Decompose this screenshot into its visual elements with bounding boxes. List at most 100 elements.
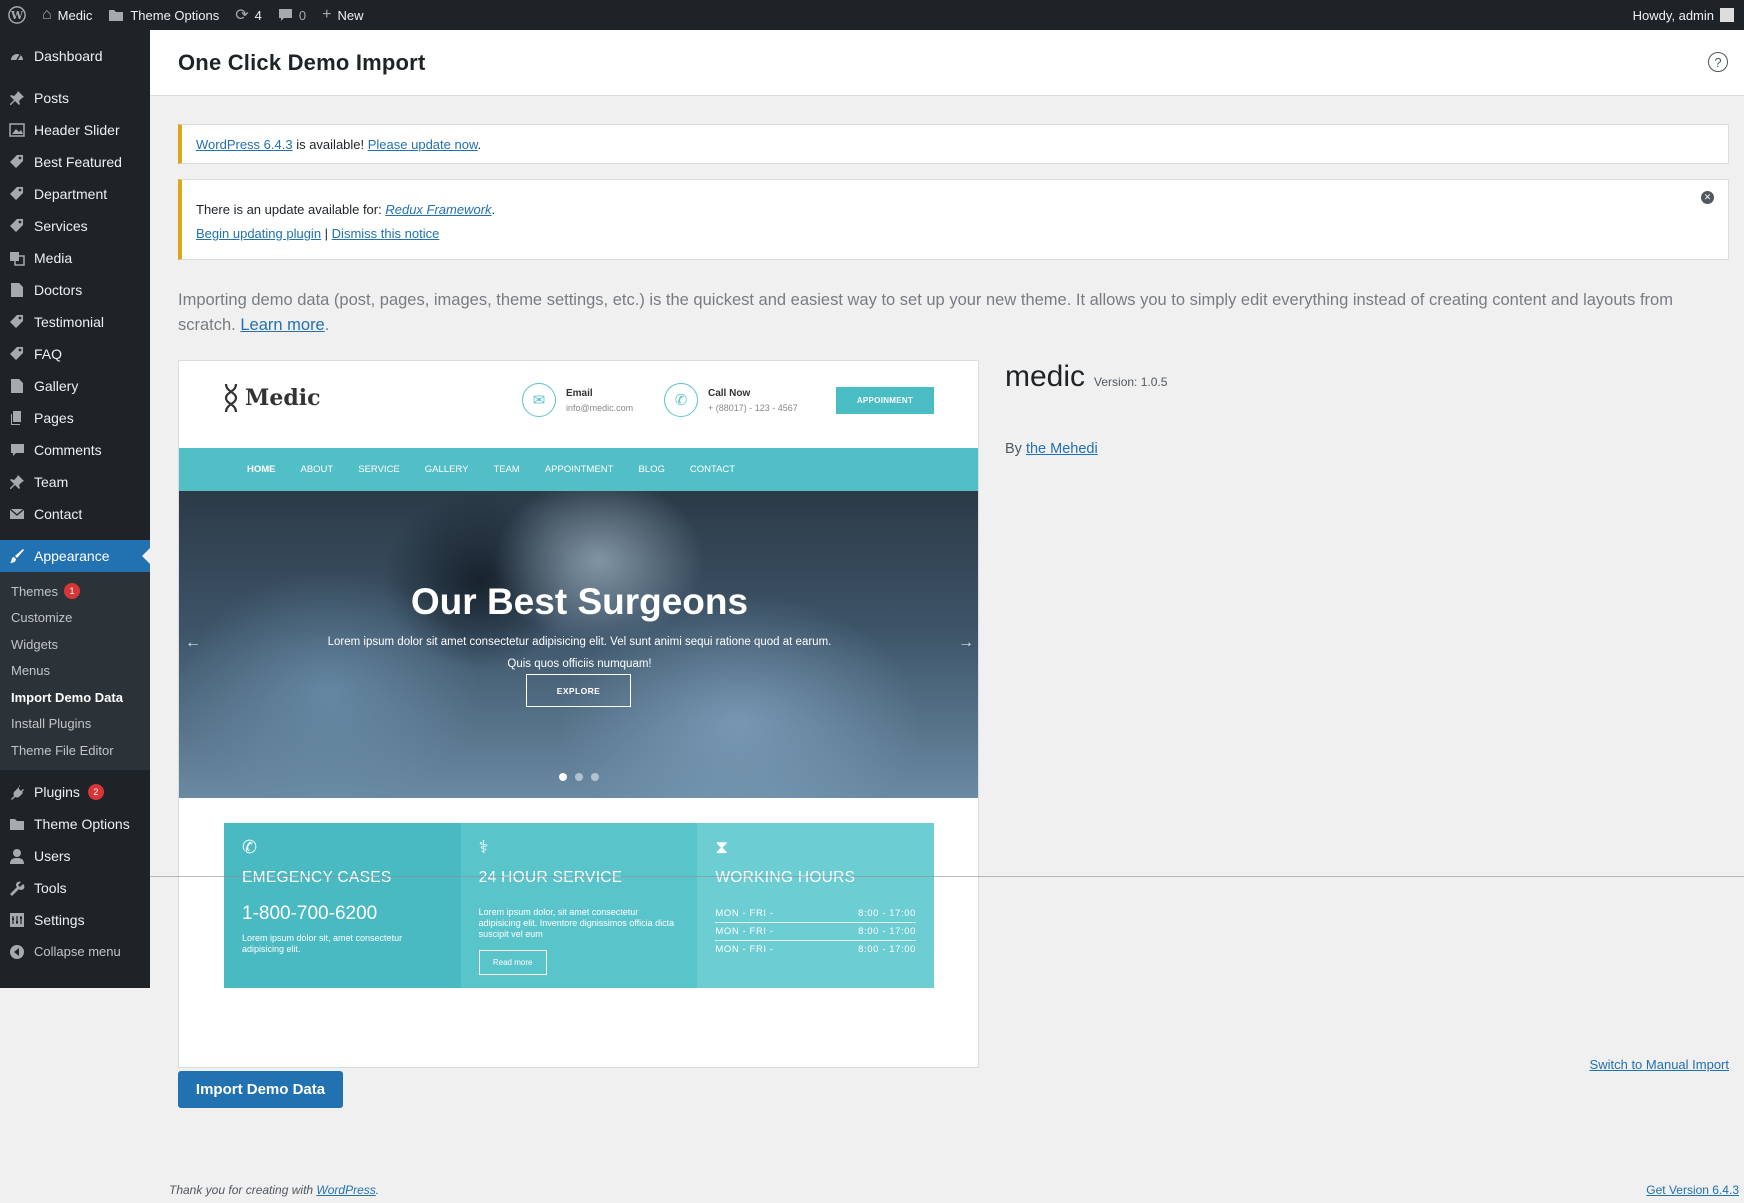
service-box: ⚕ 24 HOUR SERVICE Lorem ipsum dolor, sit… xyxy=(460,823,698,988)
wordpress-link[interactable]: WordPress xyxy=(316,1183,375,1197)
footer-thanks: Thank you for creating with WordPress. xyxy=(169,1183,379,1197)
submenu-import-demo-data[interactable]: Import Demo Data xyxy=(0,684,150,711)
submenu-menus[interactable]: Menus xyxy=(0,658,150,685)
menu-gallery[interactable]: Gallery xyxy=(0,370,150,402)
menu-comments[interactable]: Comments xyxy=(0,434,150,466)
intro-end: . xyxy=(324,316,330,334)
preview-nav-item: BLOG xyxy=(638,464,665,475)
submenu-label: Customize xyxy=(11,610,73,626)
import-demo-data-button[interactable]: Import Demo Data xyxy=(178,1071,343,1108)
menu-label: Plugins xyxy=(34,783,80,800)
submenu-label: Widgets xyxy=(11,636,58,652)
menu-label: Team xyxy=(34,474,69,490)
themes-update-badge: 1 xyxy=(63,583,80,600)
menu-plugins[interactable]: Plugins 2 xyxy=(0,776,150,808)
preview-nav-item: CONTACT xyxy=(689,464,736,475)
theme-options-link[interactable]: Theme Options xyxy=(100,0,227,30)
menu-users[interactable]: Users xyxy=(0,840,150,872)
dna-icon xyxy=(224,383,238,413)
submenu-widgets[interactable]: Widgets xyxy=(0,631,150,658)
submenu-install-plugins[interactable]: Install Plugins xyxy=(0,711,150,738)
svg-text:W: W xyxy=(10,9,24,22)
call-title: Call Now xyxy=(708,387,751,399)
collapse-menu-button[interactable]: Collapse menu xyxy=(0,936,150,968)
wordpress-version-link[interactable]: WordPress 6.4.3 xyxy=(196,137,293,152)
hours-day: MON - FRI - xyxy=(715,908,774,919)
menu-contact[interactable]: Contact xyxy=(0,498,150,530)
get-version-link[interactable]: Get Version 6.4.3 xyxy=(1646,1183,1739,1197)
dismiss-notice-link[interactable]: Dismiss this notice xyxy=(332,226,440,241)
plugin-icon xyxy=(8,783,26,801)
wordpress-logo-button[interactable]: W xyxy=(0,0,34,30)
dismiss-close-icon[interactable]: ✕ xyxy=(1701,191,1714,204)
hours-title: WORKING HOURS xyxy=(715,869,856,886)
new-content-link[interactable]: + New xyxy=(314,0,371,30)
menu-doctors[interactable]: Doctors xyxy=(0,274,150,306)
menu-label: Pages xyxy=(34,410,74,426)
menu-faq[interactable]: FAQ xyxy=(0,338,150,370)
plugin-update-actions: Begin updating plugin | Dismiss this not… xyxy=(196,222,1714,246)
hours-row: MON - FRI - 8:00 - 17:00 xyxy=(715,941,916,958)
theme-version: Version: 1.0.5 xyxy=(1094,375,1168,389)
menu-pages[interactable]: Pages xyxy=(0,402,150,434)
menu-label: FAQ xyxy=(34,346,63,362)
menu-header-slider[interactable]: Header Slider xyxy=(0,114,150,146)
submenu-customize[interactable]: Customize xyxy=(0,605,150,632)
emergency-box: ✆ EMEGENCY CASES 1-800-700-6200 Lorem ip… xyxy=(224,823,461,988)
menu-posts[interactable]: Posts xyxy=(0,82,150,114)
menu-services[interactable]: Services xyxy=(0,210,150,242)
comments-count: 0 xyxy=(298,7,307,23)
intro-body: Importing demo data (post, pages, images… xyxy=(178,291,1673,334)
help-icon[interactable]: ? xyxy=(1708,52,1728,72)
menu-tools[interactable]: Tools xyxy=(0,872,150,904)
pin-icon xyxy=(8,473,26,491)
read-more-button: Read more xyxy=(478,950,547,975)
menu-testimonial[interactable]: Testimonial xyxy=(0,306,150,338)
learn-more-link[interactable]: Learn more xyxy=(240,316,324,334)
updates-link[interactable]: ⟳ 4 xyxy=(227,0,270,30)
update-now-link[interactable]: Please update now xyxy=(368,137,478,152)
phone-icon: ✆ xyxy=(664,383,698,417)
site-name-link[interactable]: ⌂ Medic xyxy=(34,0,100,30)
my-account-link[interactable]: Howdy, admin xyxy=(1633,8,1744,23)
user-icon xyxy=(8,847,26,865)
menu-appearance[interactable]: Appearance xyxy=(0,540,150,572)
redux-framework-link[interactable]: Redux Framework xyxy=(385,202,491,217)
preview-logo-text: Medic xyxy=(245,385,321,411)
demo-preview-image: Medic ✉ Email info@medic.com ✆ Call Now … xyxy=(178,360,979,1068)
tag-icon xyxy=(8,153,26,171)
begin-updating-link[interactable]: Begin updating plugin xyxy=(196,226,321,241)
footer-thanks-text: Thank you for creating with xyxy=(169,1183,317,1197)
menu-best-featured[interactable]: Best Featured xyxy=(0,146,150,178)
notice-middle-text: is available! xyxy=(292,136,368,152)
hours-day: MON - FRI - xyxy=(715,926,774,937)
author-link[interactable]: the Mehedi xyxy=(1026,441,1098,457)
hours-row: MON - FRI - 8:00 - 17:00 xyxy=(715,923,917,941)
menu-label: Users xyxy=(34,847,71,864)
submenu-theme-file-editor[interactable]: Theme File Editor xyxy=(0,737,150,764)
preview-nav: HOME ABOUT SERVICE GALLERY TEAM APPOINTM… xyxy=(179,448,978,491)
menu-label: Media xyxy=(34,250,73,266)
comments-link[interactable]: 0 xyxy=(270,0,314,30)
page-header: One Click Demo Import ? xyxy=(150,30,1744,96)
menu-label: Best Featured xyxy=(34,154,122,170)
new-label: New xyxy=(337,7,364,23)
emergency-phone: 1-800-700-6200 xyxy=(242,903,378,924)
menu-label: Posts xyxy=(34,90,70,106)
menu-department[interactable]: Department xyxy=(0,178,150,210)
submenu-themes[interactable]: Themes 1 xyxy=(0,578,150,605)
plugins-update-badge: 2 xyxy=(87,783,104,800)
update-icon: ⟳ xyxy=(235,7,249,24)
preview-nav-item: SERVICE xyxy=(358,464,400,475)
menu-theme-options[interactable]: Theme Options xyxy=(0,808,150,840)
switch-to-manual-import-link[interactable]: Switch to Manual Import xyxy=(1590,1057,1729,1072)
menu-dashboard[interactable]: Dashboard xyxy=(0,40,150,72)
menu-team[interactable]: Team xyxy=(0,466,150,498)
tag-icon xyxy=(8,185,26,203)
preview-nav-item: GALLERY xyxy=(424,464,469,475)
menu-settings[interactable]: Settings xyxy=(0,904,150,936)
menu-label: Contact xyxy=(34,506,83,522)
menu-media[interactable]: Media xyxy=(0,242,150,274)
menu-label: Services xyxy=(34,218,88,234)
pages-icon xyxy=(8,409,26,427)
